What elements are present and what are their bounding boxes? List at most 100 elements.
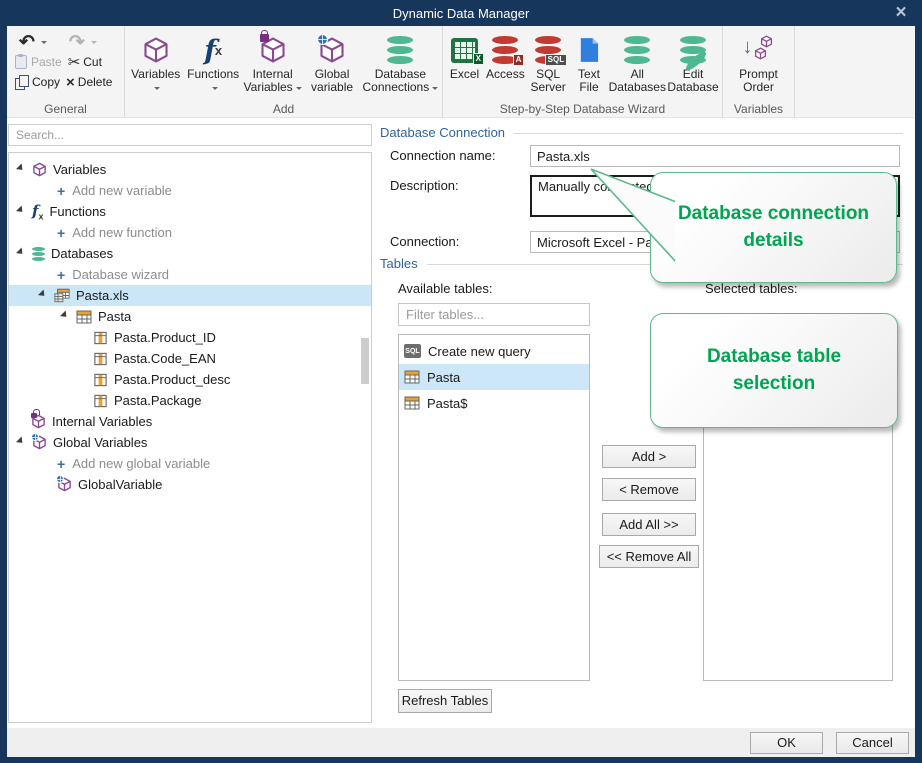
lock-icon [31,413,37,418]
expander-icon[interactable] [16,205,28,217]
dialog-footer: OK Cancel [7,728,915,757]
table-column-icon [93,352,108,366]
add-variable-button[interactable]: Variables [127,30,184,101]
tree-item-global-variables[interactable]: Global Variables [9,432,371,453]
expander-icon[interactable] [16,247,28,259]
chevron-down-icon [296,87,302,93]
text-file-icon [579,32,599,68]
add-table-button[interactable]: Add > [602,445,696,468]
tree-item-column-product-desc[interactable]: Pasta.Product_desc [9,369,371,390]
fx-icon: fx [204,32,222,68]
list-item-create-new-query[interactable]: SQL Create new query [399,338,589,364]
tables-stack-icon [54,288,70,303]
expander-icon[interactable] [16,163,28,175]
dynamic-data-manager-window: Dynamic Data Manager × ↶ ↷ Paste [0,0,922,763]
cut-button[interactable]: ✂Cut [68,55,102,70]
edit-database-icon [680,32,706,68]
ribbon: ↶ ↷ Paste ✂Cut Copy [7,26,915,118]
database-icon [32,247,45,261]
cube-lock-icon [31,414,46,429]
prompt-order-button[interactable]: ↓ PromptOrder [725,30,792,101]
sql-server-wizard-button[interactable]: SQL SQLServer [527,30,570,101]
expander-icon[interactable] [38,289,50,301]
tree-item-column-code-ean[interactable]: Pasta.Code_EAN [9,348,371,369]
text-file-wizard-button[interactable]: TextFile [569,30,608,101]
edit-database-button[interactable]: EditDatabase [666,30,720,101]
tree-item-globalvariable[interactable]: GlobalVariable [9,474,371,495]
chevron-down-icon [212,87,218,93]
add-function-button[interactable]: fx Functions [184,30,241,101]
connection-label: Connection: [390,234,459,249]
database-icon [387,32,413,68]
add-all-tables-button[interactable]: Add All >> [602,513,696,536]
titlebar: Dynamic Data Manager × [0,0,922,26]
description-label: Description: [390,178,459,193]
sql-server-icon: SQL [535,32,561,68]
excel-wizard-button[interactable]: X Excel [445,30,484,101]
excel-icon: X [451,32,478,68]
connection-name-input[interactable] [530,145,900,167]
access-wizard-button[interactable]: A Access [484,30,527,101]
list-item-pasta[interactable]: Pasta [399,364,589,390]
group-label-add: Add [125,102,442,116]
chevron-down-icon[interactable] [41,41,47,47]
tree-item-column-product-id[interactable]: Pasta.Product_ID [9,327,371,348]
available-tables-label: Available tables: [398,281,492,296]
window-title: Dynamic Data Manager [393,6,530,21]
globe-icon [31,433,39,441]
undo-icon: ↶ [19,35,35,50]
remove-all-tables-button[interactable]: << Remove All [599,545,699,568]
expander-icon[interactable] [60,310,72,322]
down-arrow-icon: ↓ [743,36,753,59]
tree-item-add-new-function[interactable]: + Add new function [9,222,371,243]
copy-button[interactable]: Copy [15,75,60,89]
cube-globe-icon [57,477,72,492]
globe-icon [56,475,64,483]
cube-lock-icon [259,32,287,68]
sql-query-icon: SQL [404,344,421,358]
copy-icon [15,75,28,89]
tree-item-pasta-table[interactable]: Pasta [9,306,371,327]
all-databases-icon [624,32,650,68]
tree-item-add-new-global-variable[interactable]: + Add new global variable [9,453,371,474]
delete-button[interactable]: ×Delete [66,75,112,90]
plus-icon: + [57,456,65,472]
remove-table-button[interactable]: < Remove [602,478,696,501]
cancel-button[interactable]: Cancel [836,732,909,754]
add-internal-variable-button[interactable]: InternalVariables [242,30,303,101]
selected-tables-label: Selected tables: [705,281,798,296]
tree-item-add-new-variable[interactable]: + Add new variable [9,180,371,201]
group-label-variables: Variables [723,102,794,116]
tree-scrollbar-thumb[interactable] [361,338,369,384]
list-item-pasta-dollar[interactable]: Pasta$ [399,390,589,416]
add-global-variable-button[interactable]: Globalvariable [303,30,360,101]
cube-globe-icon [318,32,346,68]
tree-item-column-package[interactable]: Pasta.Package [9,390,371,411]
chevron-down-icon [91,41,97,47]
tree-item-databases[interactable]: Databases [9,243,371,264]
search-input[interactable] [8,124,372,146]
tree-item-variables[interactable]: Variables [9,159,371,180]
redo-button[interactable]: ↷ [69,35,97,50]
tree-item-internal-variables[interactable]: Internal Variables [9,411,371,432]
tree-item-database-wizard[interactable]: + Database wizard [9,264,371,285]
refresh-tables-button[interactable]: Refresh Tables [398,689,492,713]
expander-icon[interactable] [16,436,28,448]
tree-item-functions[interactable]: fx Functions [9,201,371,222]
access-database-icon: A [492,32,518,68]
close-icon[interactable]: × [888,0,914,26]
plus-icon: + [57,267,65,283]
all-databases-button[interactable]: AllDatabases [609,30,667,101]
callout-database-table-selection: Database table selection [650,313,898,428]
group-label-wizard: Step-by-Step Database Wizard [443,102,722,116]
paste-button[interactable]: Paste [15,55,62,69]
section-database-connection: Database Connection [380,125,903,140]
filter-tables-input[interactable] [398,303,590,326]
paste-icon [15,55,27,69]
ribbon-group-add: Variables fx Functions InternalVariables [125,26,443,117]
ok-button[interactable]: OK [750,732,823,754]
database-connections-button[interactable]: DatabaseConnections [361,30,440,101]
tree-item-pasta-xls[interactable]: Pasta.xls [9,285,371,306]
ribbon-group-wizard: X Excel A Access SQL SQLServer [443,26,723,117]
undo-button[interactable]: ↶ [19,35,47,50]
